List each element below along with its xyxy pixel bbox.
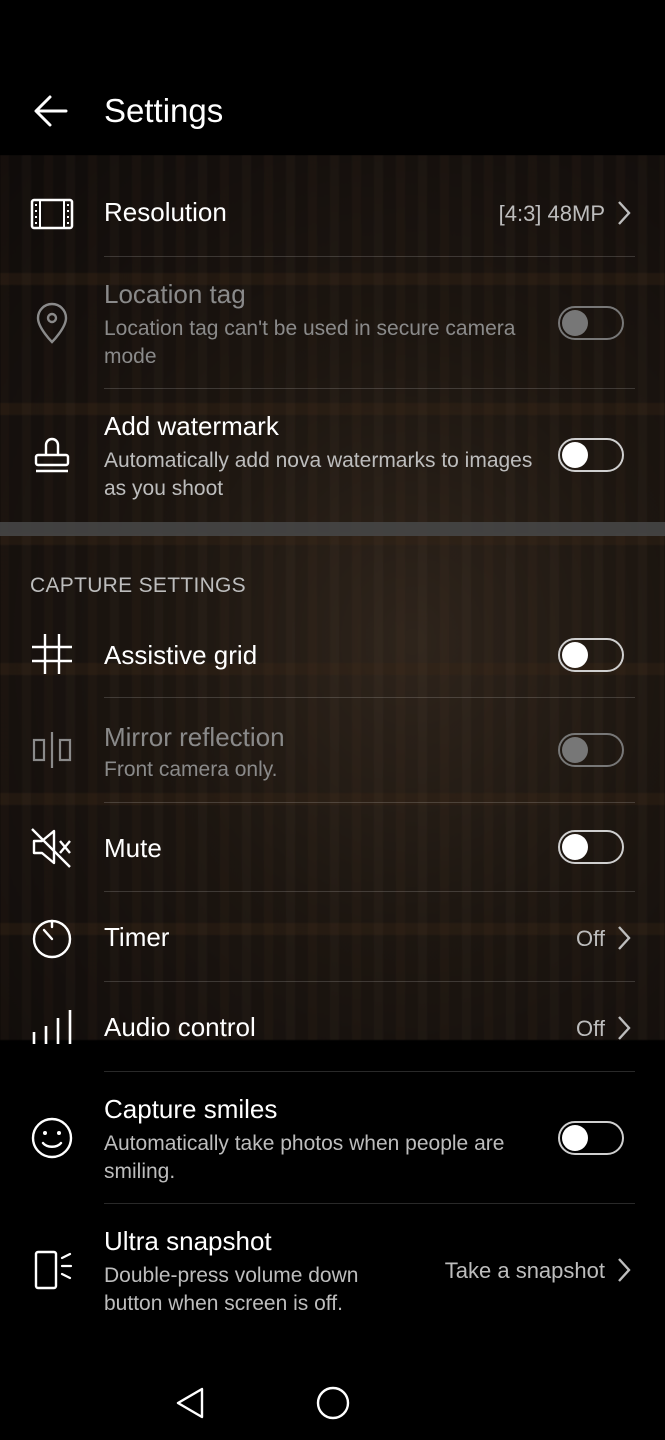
setting-capture-smiles[interactable]: Capture smiles Automatically take photos…	[0, 1072, 665, 1202]
capture-smiles-description: Automatically take photos when people ar…	[104, 1132, 505, 1183]
setting-add-watermark[interactable]: Add watermark Automatically add nova wat…	[0, 389, 665, 521]
page-title: Settings	[104, 92, 224, 129]
circle-home-icon[interactable]	[314, 1384, 352, 1422]
capture-smiles-toggle[interactable]	[558, 1121, 624, 1155]
chevron-right-icon	[618, 1258, 631, 1282]
ultra-snapshot-label: Ultra snapshot	[104, 1226, 272, 1256]
mirror-reflection-label: Mirror reflection	[104, 722, 285, 752]
assistive-grid-toggle[interactable]	[558, 638, 624, 672]
film-frame-icon	[30, 198, 74, 230]
mute-label: Mute	[104, 833, 162, 863]
app-header: Settings	[0, 0, 665, 155]
mirror-icon	[32, 732, 72, 768]
setting-mute[interactable]: Mute	[0, 803, 665, 891]
mirror-reflection-toggle	[558, 733, 624, 767]
triangle-back-icon[interactable]	[172, 1385, 208, 1421]
audio-control-value: Off	[576, 1016, 605, 1041]
section-separator	[0, 522, 665, 536]
timer-icon	[32, 919, 72, 959]
add-watermark-label: Add watermark	[104, 411, 279, 441]
setting-audio-control[interactable]: Audio control Off	[0, 982, 665, 1070]
chevron-right-icon	[618, 926, 631, 950]
location-tag-toggle	[558, 306, 624, 340]
chevron-right-icon	[618, 201, 631, 225]
stamp-icon	[34, 437, 70, 473]
setting-ultra-snapshot[interactable]: Ultra snapshot Double-press volume down …	[0, 1204, 665, 1334]
mute-toggle[interactable]	[558, 830, 624, 864]
grid-icon	[32, 634, 72, 674]
location-pin-icon	[36, 302, 68, 344]
arrow-left-icon[interactable]	[30, 90, 72, 132]
add-watermark-toggle[interactable]	[558, 438, 624, 472]
assistive-grid-label: Assistive grid	[104, 640, 258, 670]
capture-settings-heading: CAPTURE SETTINGS	[30, 574, 246, 597]
audio-control-label: Audio control	[104, 1012, 256, 1042]
resolution-label: Resolution	[104, 197, 227, 227]
add-watermark-description: Automatically add nova watermarks to ima…	[104, 449, 533, 500]
setting-location-tag: Location tag Location tag can't be used …	[0, 257, 665, 387]
setting-resolution[interactable]: Resolution [4:3] 48MP	[0, 185, 665, 255]
capture-smiles-label: Capture smiles	[104, 1094, 278, 1124]
mirror-reflection-description: Front camera only.	[104, 758, 278, 781]
setting-assistive-grid[interactable]: Assistive grid	[0, 610, 665, 696]
ultra-snapshot-value: Take a snapshot	[444, 1258, 605, 1283]
timer-label: Timer	[104, 922, 170, 952]
chevron-right-icon	[618, 1016, 631, 1040]
phone-snapshot-icon	[34, 1250, 73, 1290]
timer-value: Off	[576, 926, 605, 951]
ultra-snapshot-description: Double-press volume down button when scr…	[104, 1264, 359, 1315]
audio-bars-icon	[32, 1010, 72, 1044]
location-tag-description: Location tag can't be used in secure cam…	[104, 317, 516, 368]
speaker-muted-icon	[31, 828, 71, 868]
setting-timer[interactable]: Timer Off	[0, 892, 665, 981]
resolution-value: [4:3] 48MP	[498, 201, 605, 226]
setting-mirror-reflection: Mirror reflection Front camera only.	[0, 698, 665, 802]
smile-icon	[31, 1117, 73, 1159]
location-tag-label: Location tag	[104, 279, 246, 309]
